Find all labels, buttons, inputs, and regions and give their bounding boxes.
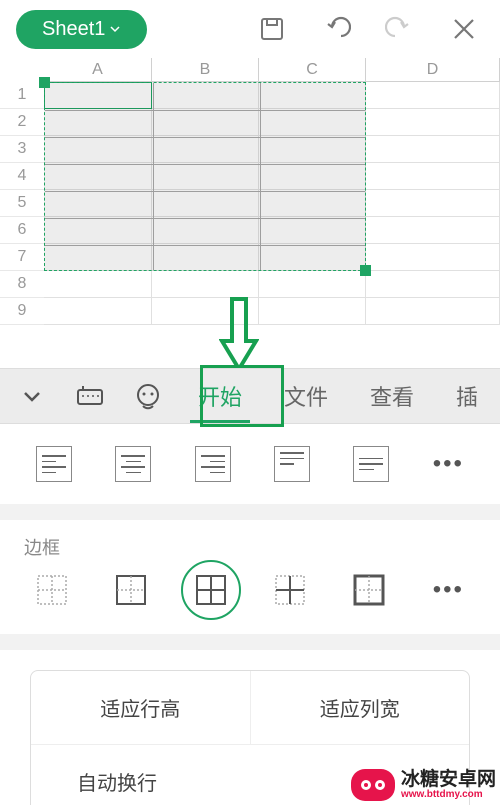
cell[interactable] xyxy=(366,190,500,217)
sheet-tab[interactable]: Sheet1 xyxy=(16,10,147,49)
cell[interactable] xyxy=(152,244,259,271)
save-icon xyxy=(258,15,286,43)
tab-start[interactable]: 开始 xyxy=(182,369,258,423)
cell[interactable] xyxy=(366,217,500,244)
cell[interactable] xyxy=(259,217,366,244)
fit-col-width-button[interactable]: 适应列宽 xyxy=(251,671,470,744)
collapse-button[interactable] xyxy=(8,369,56,423)
cell[interactable] xyxy=(259,190,366,217)
tab-view[interactable]: 查看 xyxy=(354,369,430,423)
watermark: 冰糖安卓网 www.bttdmy.com xyxy=(351,769,496,801)
align-more-button[interactable]: ••• xyxy=(433,450,464,478)
border-outer-button[interactable] xyxy=(115,574,147,606)
assistant-icon xyxy=(134,382,162,410)
cell[interactable] xyxy=(366,136,500,163)
cell[interactable] xyxy=(259,244,366,271)
cell[interactable] xyxy=(259,136,366,163)
column-header[interactable]: D xyxy=(366,58,500,82)
cell[interactable] xyxy=(366,298,500,325)
save-button[interactable] xyxy=(252,9,292,49)
selection-handle-bottom[interactable] xyxy=(360,265,371,276)
cell[interactable] xyxy=(152,82,259,109)
row-header[interactable]: 4 xyxy=(0,163,44,190)
cell[interactable] xyxy=(366,271,500,298)
close-icon xyxy=(451,16,477,42)
watermark-title: 冰糖安卓网 xyxy=(401,770,496,789)
sheet-name: Sheet1 xyxy=(42,18,105,41)
cell[interactable] xyxy=(152,109,259,136)
watermark-logo-icon xyxy=(351,769,395,801)
border-section-label: 边框 xyxy=(0,534,500,574)
selection-handle-top[interactable] xyxy=(39,77,50,88)
close-button[interactable] xyxy=(444,9,484,49)
cell[interactable] xyxy=(366,82,500,109)
cell[interactable] xyxy=(259,163,366,190)
column-header[interactable]: C xyxy=(259,58,366,82)
cell[interactable] xyxy=(44,109,152,136)
cell[interactable] xyxy=(44,244,152,271)
redo-button[interactable] xyxy=(380,9,420,49)
row-header[interactable]: 2 xyxy=(0,109,44,136)
tab-file[interactable]: 文件 xyxy=(268,369,344,423)
cell[interactable] xyxy=(366,163,500,190)
cell[interactable] xyxy=(152,217,259,244)
cell[interactable] xyxy=(152,163,259,190)
row-header[interactable]: 5 xyxy=(0,190,44,217)
align-top-button[interactable] xyxy=(274,446,310,482)
cell[interactable] xyxy=(44,136,152,163)
border-inner-button[interactable] xyxy=(274,574,306,606)
tab-more[interactable]: 插 xyxy=(440,369,478,423)
undo-button[interactable] xyxy=(316,9,356,49)
keyboard-icon xyxy=(76,384,104,408)
cell[interactable] xyxy=(259,298,366,325)
row-header[interactable]: 8 xyxy=(0,271,44,298)
align-middle-button[interactable] xyxy=(353,446,389,482)
row-header[interactable]: 3 xyxy=(0,136,44,163)
cell[interactable] xyxy=(152,271,259,298)
cell[interactable] xyxy=(152,136,259,163)
keyboard-button[interactable] xyxy=(66,369,114,423)
alignment-toolbar: ••• xyxy=(0,424,500,504)
border-thick-outer-button[interactable] xyxy=(353,574,385,606)
cell[interactable] xyxy=(259,271,366,298)
cell[interactable] xyxy=(44,82,152,109)
align-right-button[interactable] xyxy=(195,446,231,482)
border-all-button[interactable] xyxy=(181,560,241,620)
cell[interactable] xyxy=(366,244,500,271)
watermark-url: www.bttdmy.com xyxy=(401,789,483,801)
cell[interactable] xyxy=(259,82,366,109)
cell[interactable] xyxy=(44,217,152,244)
row-header[interactable]: 1 xyxy=(0,82,44,109)
cell[interactable] xyxy=(152,190,259,217)
spreadsheet-grid[interactable]: ABCD 123456789 xyxy=(0,58,500,368)
row-header[interactable]: 7 xyxy=(0,244,44,271)
row-header[interactable]: 6 xyxy=(0,217,44,244)
row-header[interactable]: 9 xyxy=(0,298,44,325)
chevron-down-icon xyxy=(20,384,44,408)
cell[interactable] xyxy=(44,163,152,190)
redo-icon xyxy=(385,14,415,44)
cell[interactable] xyxy=(259,109,366,136)
border-toolbar: ••• xyxy=(0,574,500,606)
fit-row-height-button[interactable]: 适应行高 xyxy=(31,671,250,744)
chevron-down-icon xyxy=(109,23,121,35)
cell[interactable] xyxy=(44,190,152,217)
border-more-button[interactable]: ••• xyxy=(433,576,464,604)
border-none-button[interactable] xyxy=(36,574,68,606)
cell[interactable] xyxy=(152,298,259,325)
column-header[interactable]: A xyxy=(44,58,152,82)
toolbar-tabs: 开始 文件 查看 插 xyxy=(0,368,500,424)
cell[interactable] xyxy=(44,298,152,325)
align-left-button[interactable] xyxy=(36,446,72,482)
column-header[interactable]: B xyxy=(152,58,259,82)
cell[interactable] xyxy=(44,271,152,298)
cell[interactable] xyxy=(366,109,500,136)
assistant-button[interactable] xyxy=(124,369,172,423)
undo-icon xyxy=(321,14,351,44)
align-center-button[interactable] xyxy=(115,446,151,482)
